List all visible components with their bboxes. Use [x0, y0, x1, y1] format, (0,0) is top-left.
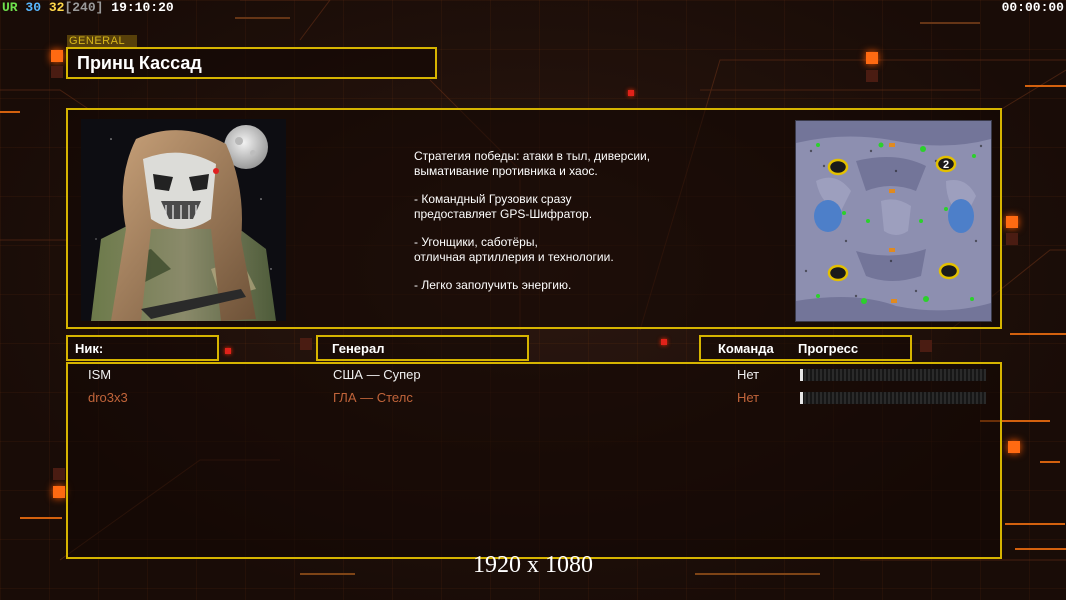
player-nick: ISM	[88, 367, 112, 382]
general-portrait	[81, 119, 286, 321]
deco-line	[20, 517, 62, 519]
fps-overlay: UR 30 32[240] 19:10:20	[2, 0, 174, 16]
header-progress-label: Прогресс	[798, 341, 859, 356]
player-row[interactable]: ISM США — Супер Нет	[68, 365, 1000, 385]
deco-square	[53, 468, 65, 480]
fps-value: 30	[25, 0, 42, 15]
deco-square	[1008, 441, 1020, 453]
resolution-label: 1920 x 1080	[473, 552, 593, 578]
general-description: Стратегия победы: атаки в тыл, диверсии,…	[414, 149, 754, 306]
player-progress-bar	[800, 369, 986, 381]
deco-square	[920, 340, 932, 352]
header-team-label: Команда	[718, 341, 774, 356]
deco-square	[300, 338, 312, 350]
header-general-label: Генерал	[332, 341, 385, 356]
general-name: Принц Кассад	[77, 53, 202, 73]
general-title-box: Принц Кассад	[66, 47, 437, 79]
description-item: - Командный Грузовик сразу предоставляет…	[414, 192, 593, 221]
column-header-general[interactable]: Генерал	[316, 335, 529, 361]
deco-square	[866, 70, 878, 82]
deco-square	[51, 66, 63, 78]
player-team: Нет	[737, 367, 760, 382]
deco-square	[53, 486, 65, 498]
deco-line	[1010, 333, 1066, 335]
general-tag: GENERAL	[67, 35, 137, 47]
column-header-team-progress[interactable]: Команда Прогресс	[699, 335, 912, 361]
description-item: - Угонщики, саботёры, отличная артиллери…	[414, 235, 614, 264]
deco-line	[1040, 461, 1060, 463]
deco-line	[1025, 85, 1066, 87]
system-clock: 19:10:20	[111, 0, 174, 15]
fps-logic: 32	[48, 0, 65, 15]
deco-line	[0, 111, 20, 113]
players-list: ISM США — Супер Нет dro3x3 ГЛА — Стелс Н…	[66, 362, 1002, 559]
column-header-nick[interactable]: Ник:	[66, 335, 219, 361]
deco-square	[661, 339, 667, 345]
player-team: Нет	[737, 390, 760, 405]
player-nick: dro3x3	[88, 390, 128, 405]
player-general: ГЛА — Стелс	[333, 390, 413, 405]
deco-square	[1006, 233, 1018, 245]
deco-square	[225, 348, 231, 354]
deco-square	[866, 52, 878, 64]
player-row[interactable]: dro3x3 ГЛА — Стелс Нет	[68, 388, 1000, 408]
player-progress-fill	[800, 392, 803, 404]
general-info-panel: Стратегия победы: атаки в тыл, диверсии,…	[66, 108, 1002, 329]
description-strategy: Стратегия победы: атаки в тыл, диверсии,…	[414, 149, 651, 178]
fps-mode: UR	[2, 0, 18, 15]
game-timer: 00:00:00	[1001, 0, 1064, 15]
description-item: - Легко заполучить энергию.	[414, 278, 572, 292]
map-preview[interactable]: 2	[795, 120, 992, 322]
player-progress-bar	[800, 392, 986, 404]
fps-limit: [240]	[64, 0, 104, 15]
deco-line	[920, 22, 980, 24]
deco-line	[1005, 523, 1065, 525]
header-nick-label: Ник:	[75, 341, 104, 356]
deco-line	[1015, 548, 1066, 550]
player-general: США — Супер	[333, 367, 421, 382]
deco-square	[1006, 216, 1018, 228]
start-position-label: 2	[943, 159, 949, 171]
player-progress-fill	[800, 369, 803, 381]
deco-square	[628, 90, 634, 96]
deco-square	[51, 50, 63, 62]
deco-line	[235, 17, 290, 19]
